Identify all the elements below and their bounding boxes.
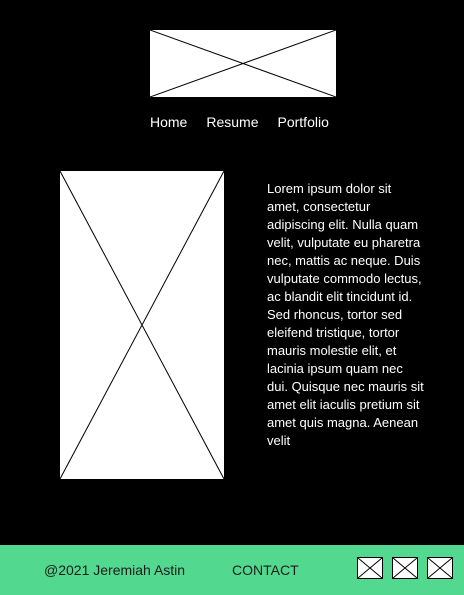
copyright-text: @2021 Jeremiah Astin: [44, 562, 186, 578]
hero-image-placeholder-icon: [60, 171, 224, 479]
social-link-3-image-placeholder-icon[interactable]: [427, 557, 453, 579]
nav-home-link[interactable]: Home: [150, 114, 187, 130]
main-nav: Home Resume Portfolio: [150, 114, 329, 130]
social-link-2-image-placeholder-icon[interactable]: [392, 557, 418, 579]
nav-portfolio-link[interactable]: Portfolio: [278, 114, 329, 130]
logo-image-placeholder-icon[interactable]: [150, 30, 336, 97]
nav-resume-link[interactable]: Resume: [206, 114, 258, 130]
footer: @2021 Jeremiah Astin CONTACT: [0, 545, 464, 595]
contact-link[interactable]: CONTACT: [232, 562, 299, 578]
social-link-1-image-placeholder-icon[interactable]: [357, 557, 383, 579]
body-paragraph: Lorem ipsum dolor sit amet, consectetur …: [267, 181, 424, 448]
